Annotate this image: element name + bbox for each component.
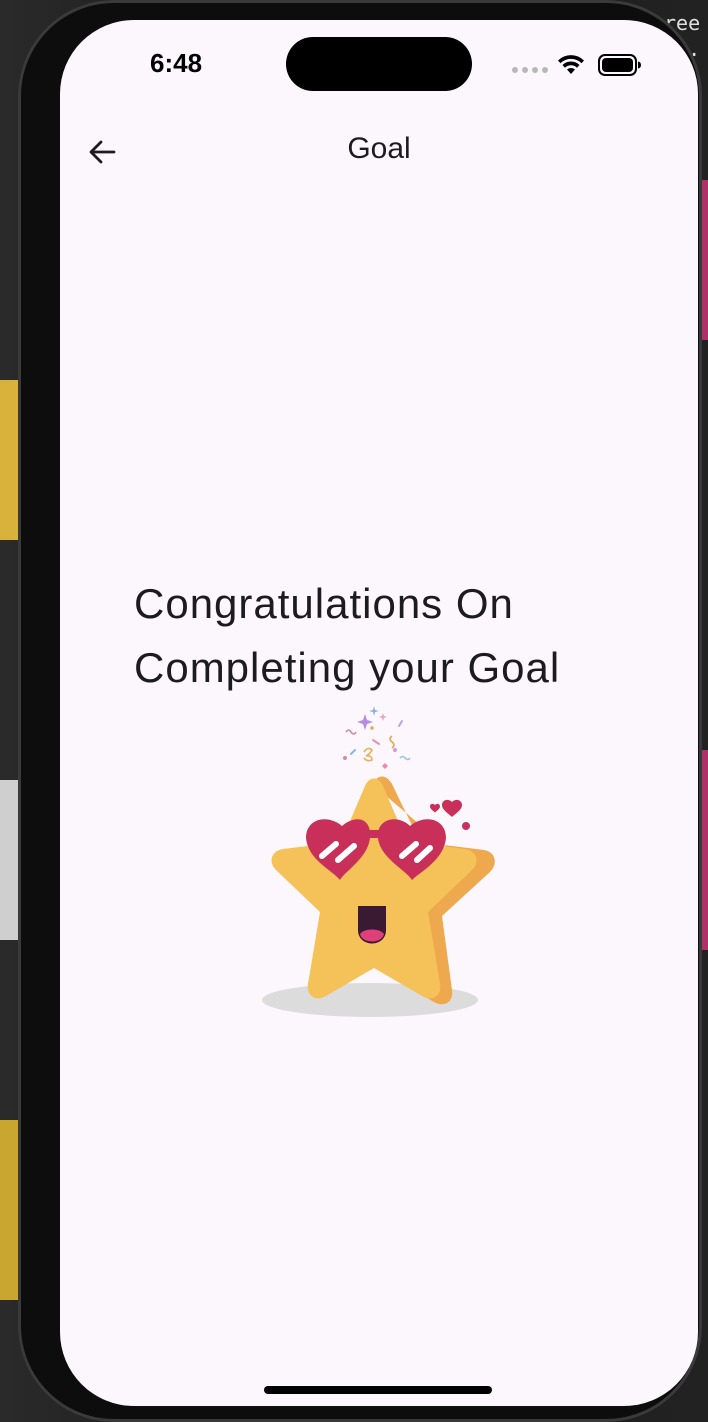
phone-frame: 6:48 Goal Congratulations On Completing … [18,0,702,1422]
status-bar-icons [512,50,652,76]
congratulations-message: Congratulations On Completing your Goal [134,572,654,700]
battery-icon [598,54,641,76]
wifi-icon [558,55,584,74]
smiling-mouth [358,906,386,944]
phone-screen: 6:48 Goal Congratulations On Completing … [60,20,698,1406]
signal-dots-icon [512,67,548,73]
headline-line: Completing your Goal [134,644,561,691]
page-title: Goal [347,132,411,165]
celebration-star-illustration [262,706,495,1017]
home-indicator[interactable] [264,1386,492,1394]
dynamic-island [286,37,472,91]
confetti-icon [343,706,411,769]
headline-line: Congratulations On [134,580,514,627]
app-bar: Goal [60,120,698,182]
status-bar-time: 6:48 [150,48,203,78]
